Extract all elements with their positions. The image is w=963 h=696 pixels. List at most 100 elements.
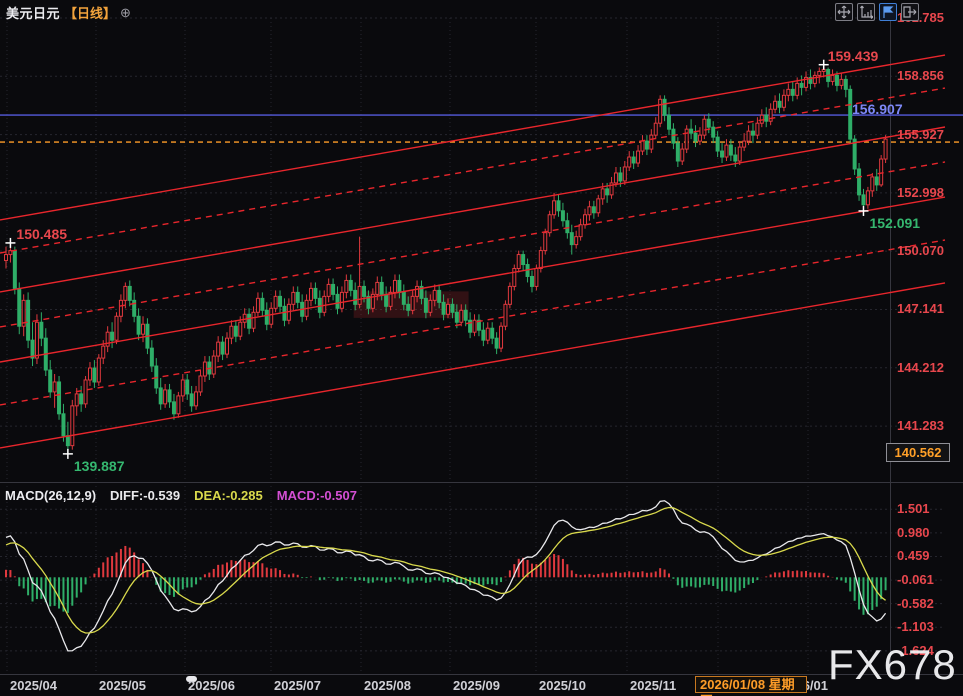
macd-axis-label: 0.980 <box>897 525 930 540</box>
candle-body <box>486 328 489 340</box>
channel-trendline[interactable] <box>0 240 945 405</box>
chart-window: 美元日元 【日线】 ⊕ 161.785158.856155.927152.998… <box>0 0 963 696</box>
candle-body <box>190 394 193 406</box>
candle-body <box>363 286 366 296</box>
candle-body <box>751 131 754 135</box>
candle-body <box>243 314 246 322</box>
macd-macd-value: MACD:-0.507 <box>277 488 357 503</box>
candle-body <box>142 324 145 334</box>
channel-trendline[interactable] <box>0 88 945 253</box>
candle-body <box>491 328 494 338</box>
candle-body <box>424 298 427 312</box>
candle-body <box>782 95 785 107</box>
candle-body <box>535 269 538 287</box>
candle-body <box>698 135 701 141</box>
candle-body <box>226 338 229 354</box>
candle-body <box>292 292 295 304</box>
candle-body <box>778 101 781 107</box>
candle-body <box>150 348 153 366</box>
macd-diff-value: DIFF:-0.539 <box>110 488 180 503</box>
axis-scale-icon <box>859 5 873 19</box>
add-indicator-icon[interactable]: ⊕ <box>120 6 131 19</box>
candle-body <box>460 310 463 322</box>
candle-body <box>230 326 233 338</box>
candle-body <box>18 288 21 326</box>
candle-body <box>40 322 43 338</box>
candle-body <box>606 189 609 195</box>
price-axis-label: 155.927 <box>897 127 944 142</box>
candle-body <box>345 280 348 292</box>
time-axis-label: 2025/08 <box>364 678 411 693</box>
candle-body <box>747 131 750 141</box>
candle-body <box>274 296 277 308</box>
candle-body <box>314 288 317 298</box>
candle-body <box>676 143 679 161</box>
candle-body <box>500 326 503 348</box>
candle-body <box>172 402 175 414</box>
period-label: 【日线】 <box>64 3 116 22</box>
candle-body <box>270 308 273 324</box>
time-axis-label: 2025/06 <box>188 678 235 693</box>
candle-body <box>482 330 485 340</box>
candle-body <box>217 342 220 356</box>
candle-body <box>858 169 861 195</box>
candle-body <box>654 123 657 135</box>
move-icon <box>837 5 851 19</box>
candle-body <box>416 286 419 296</box>
channel-trendline[interactable] <box>0 55 945 220</box>
candle-body <box>358 286 361 304</box>
candle-body <box>774 101 777 109</box>
channel-trendline[interactable] <box>0 283 945 448</box>
time-axis-label: 2025/05 <box>99 678 146 693</box>
candle-body <box>398 280 401 292</box>
candle-body <box>584 215 587 225</box>
candle-body <box>800 83 803 87</box>
pan-right-icon-button[interactable] <box>901 3 919 21</box>
candle-body <box>13 251 16 289</box>
macd-axis-label: 1.501 <box>897 501 930 516</box>
candle-body <box>279 296 282 306</box>
candle-body <box>407 304 410 310</box>
candle-body <box>623 167 626 181</box>
channel-trendline[interactable] <box>0 162 945 327</box>
macd-axis-label: -0.061 <box>897 572 934 587</box>
candlestick-chart[interactable] <box>0 0 963 696</box>
channel-trendline[interactable] <box>0 197 945 362</box>
candle-body <box>97 358 100 382</box>
flag-icon <box>881 5 895 19</box>
candle-body <box>796 83 799 95</box>
candle-body <box>248 314 251 328</box>
candle-body <box>818 71 821 75</box>
candle-body <box>575 237 578 245</box>
candle-body <box>721 151 724 157</box>
candle-body <box>725 145 728 157</box>
candle-body <box>769 109 772 121</box>
candle-body <box>336 294 339 308</box>
candle-body <box>513 269 516 287</box>
candle-body <box>522 255 525 265</box>
price-axis-label: 150.070 <box>897 243 944 258</box>
candle-body <box>707 119 710 127</box>
candle-body <box>787 89 790 95</box>
candle-body <box>822 69 825 71</box>
candle-body <box>530 276 533 286</box>
axis-scale-icon-button[interactable] <box>857 3 875 21</box>
channel-trendline[interactable] <box>0 127 945 292</box>
candle-body <box>354 290 357 304</box>
time-axis-label: 2025/10 <box>539 678 586 693</box>
move-icon-button[interactable] <box>835 3 853 21</box>
candle-body <box>791 89 794 95</box>
macd-axis-label: -1.103 <box>897 619 934 634</box>
candle-body <box>508 286 511 304</box>
candle-body <box>619 173 622 181</box>
candle-body <box>393 280 396 292</box>
price-axis-label: 158.856 <box>897 68 944 83</box>
flag-icon-button[interactable] <box>879 3 897 21</box>
candle-body <box>553 201 556 215</box>
candle-body <box>455 312 458 322</box>
candle-body <box>429 300 432 312</box>
candle-body <box>66 436 69 446</box>
time-axis-label: 2025/11 <box>630 678 676 693</box>
candle-body <box>252 312 255 328</box>
candle-body <box>239 322 242 336</box>
